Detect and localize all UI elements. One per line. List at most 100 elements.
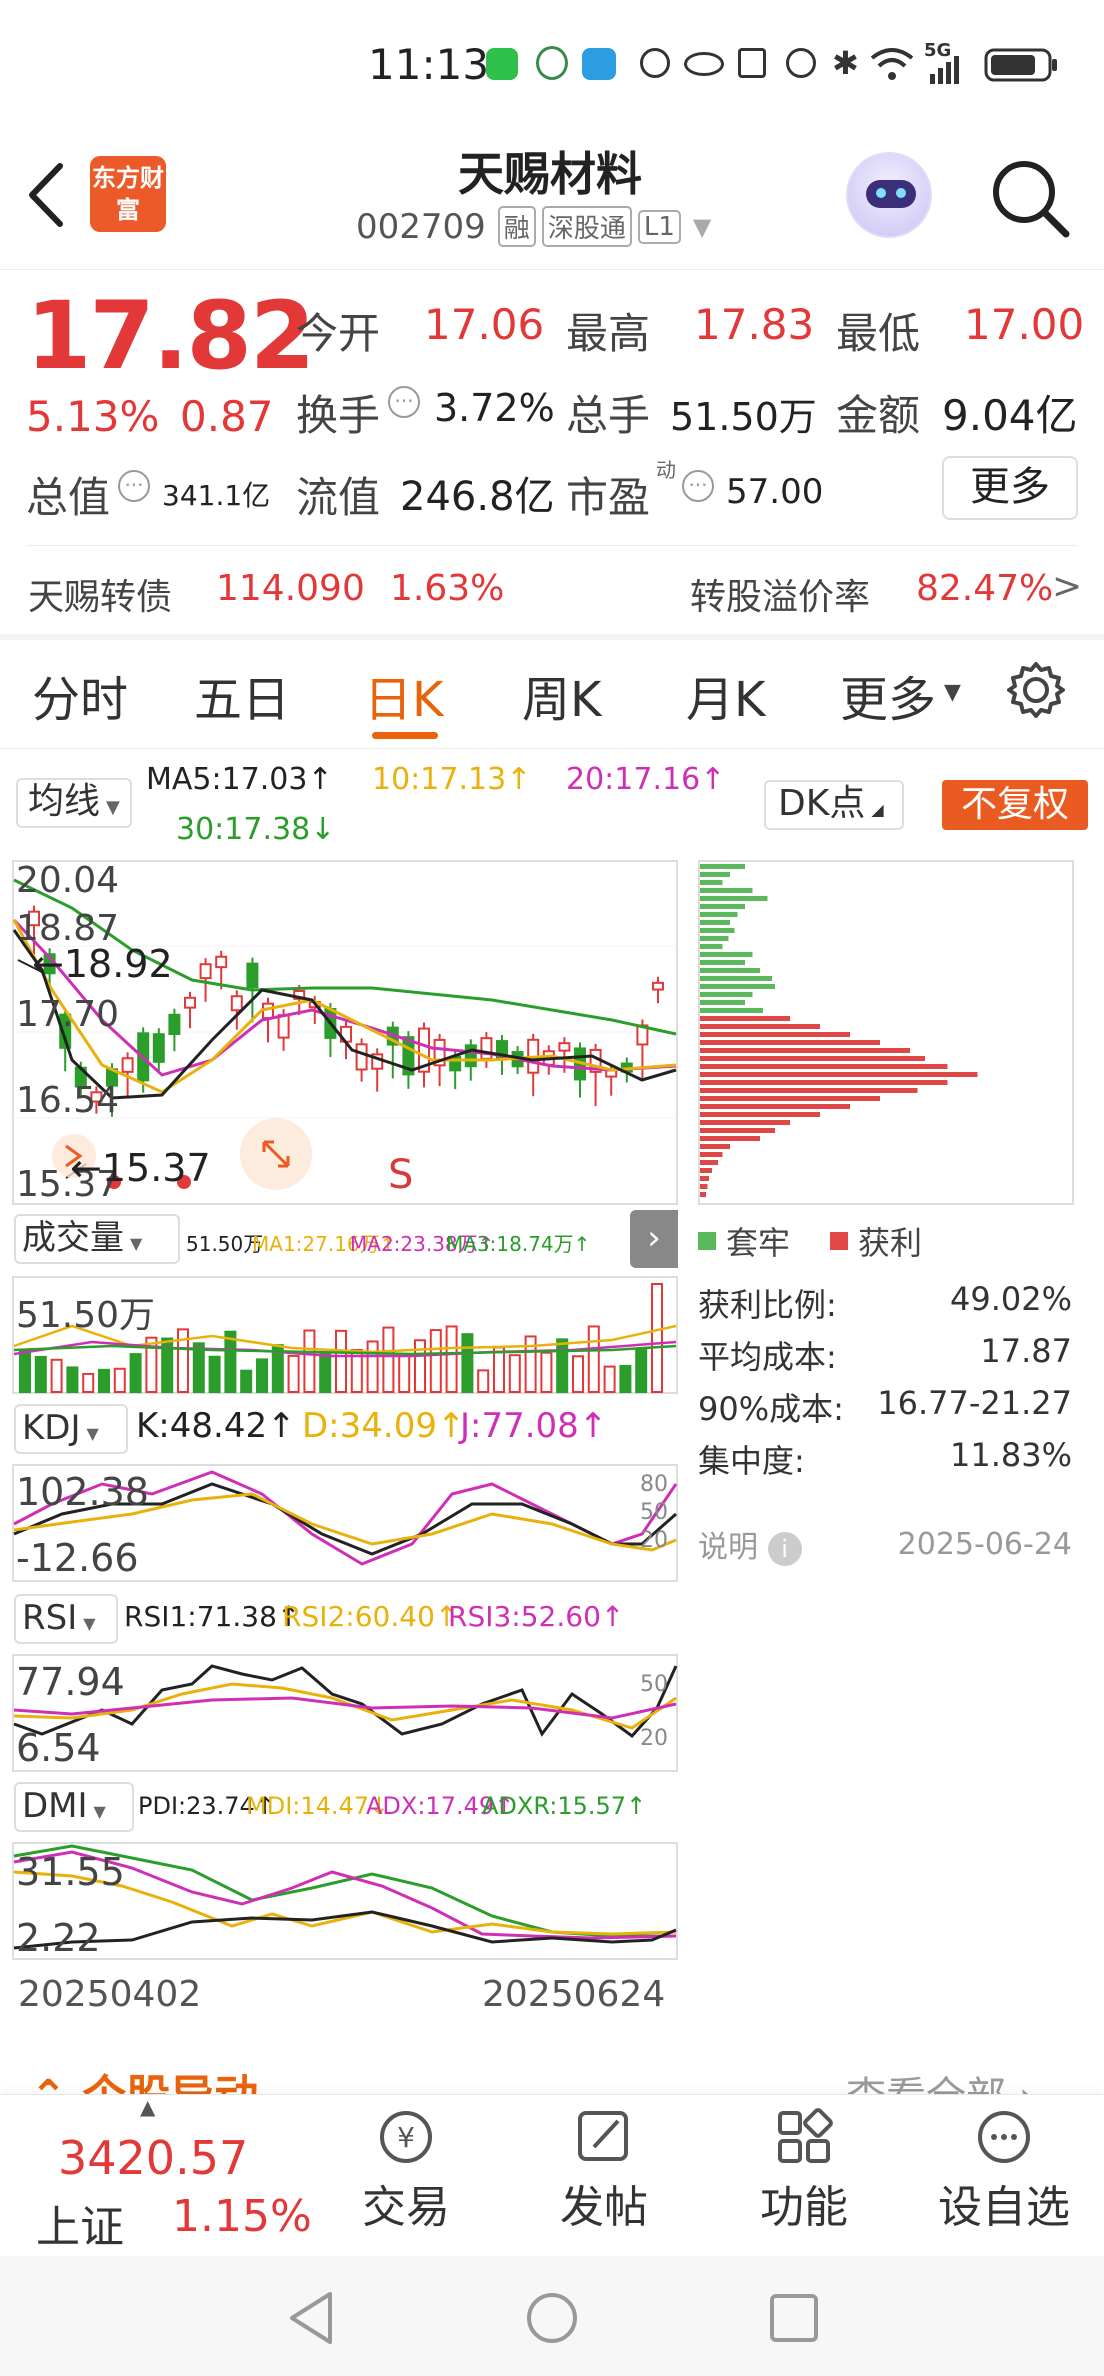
kdj-selector[interactable]: KDJ ▼ <box>14 1404 128 1454</box>
chip-bar <box>700 1112 820 1117</box>
volume-bar <box>572 1355 584 1394</box>
dk-point-label: DK点 <box>778 783 866 824</box>
chip-bar <box>700 1144 730 1149</box>
volume-bar <box>240 1369 253 1394</box>
high-value: 17.83 <box>694 300 815 349</box>
chip-bar <box>700 1080 948 1085</box>
nav-add-watchlist[interactable]: 设自选 <box>924 2107 1084 2235</box>
info-dots-icon[interactable]: ··· <box>682 470 714 502</box>
stat-value: 17.87 <box>980 1332 1072 1370</box>
dnd-icon <box>786 48 816 78</box>
chip-distribution-chart[interactable] <box>698 860 1074 1205</box>
system-nav-bar <box>0 2256 1104 2376</box>
status-bar: 11:13 ✱ 5G <box>0 0 1104 130</box>
dmi-selector[interactable]: DMI ▼ <box>14 1782 134 1832</box>
volume-selector[interactable]: 成交量 ▼ <box>14 1214 180 1264</box>
low-label: 最低 <box>836 309 921 358</box>
index-value[interactable]: 3420.57 <box>58 2131 248 2185</box>
candle-body <box>246 962 259 989</box>
status-time: 11:13 <box>368 40 490 89</box>
sell-signal-marker: S <box>388 1152 414 1198</box>
candle-body <box>199 963 212 980</box>
back-triangle-icon[interactable] <box>286 2290 336 2346</box>
info-icon[interactable]: i <box>767 1532 802 1566</box>
rsi-selector[interactable]: RSI ▼ <box>14 1594 118 1644</box>
tab-weekly-k[interactable]: 周K <box>522 660 601 730</box>
candle-body <box>355 1043 368 1071</box>
ma30-value: 30:17.38↓ <box>176 812 336 847</box>
dk-point-selector[interactable]: DK点 ◢ <box>764 780 904 830</box>
dropdown-icon[interactable]: ▼ <box>693 213 711 241</box>
low-value: 17.00 <box>964 300 1085 349</box>
chevron-right-icon[interactable]: › <box>630 1210 678 1268</box>
chip-bar <box>700 1072 978 1077</box>
volume-bar <box>556 1338 569 1393</box>
chip-note-row[interactable]: 说明 i 2025-06-24 <box>698 1518 1072 1570</box>
chip-bar <box>700 944 723 949</box>
stat-label: 90%成本: <box>698 1390 844 1428</box>
chip-bar <box>700 1128 775 1133</box>
stock-code-row: 002709 融 深股通 L1 ▼ <box>356 206 711 247</box>
volume-bar <box>335 1329 347 1393</box>
volume-bar <box>113 1367 126 1394</box>
tab-daily-k[interactable]: 日K <box>364 660 443 730</box>
chip-bar <box>700 1000 745 1005</box>
nav-add-watchlist-label: 设自选 <box>938 2182 1070 2233</box>
premium-value: 82.47% <box>916 568 1054 609</box>
tab-intraday[interactable]: 分时 <box>32 660 128 730</box>
chip-bar <box>700 880 723 885</box>
rsi-ref-50: 50 <box>640 1672 668 1697</box>
volume-bar <box>303 1329 316 1393</box>
rsi-ref-20: 20 <box>640 1726 668 1751</box>
candle-body <box>215 955 228 969</box>
more-dots-icon <box>978 2111 1030 2163</box>
home-circle-icon[interactable] <box>524 2290 580 2346</box>
ma-selector-label: 均线 <box>28 781 101 822</box>
dmi-adxr: ADXR:15.57↑ <box>482 1792 647 1820</box>
chip-legend: 套牢 获利 <box>698 1218 922 1264</box>
nav-functions[interactable]: 功能 <box>724 2107 884 2235</box>
chip-bar <box>700 1040 880 1045</box>
change-amount: 0.87 <box>180 392 274 441</box>
ma-selector[interactable]: 均线 ▼ <box>16 778 132 828</box>
trapped-swatch <box>698 1232 716 1250</box>
chip-bar <box>700 1064 948 1069</box>
candle-body <box>230 995 243 1012</box>
info-dots-icon[interactable]: ··· <box>118 470 150 502</box>
current-price: 17.82 <box>26 282 315 391</box>
volume-ma3: MA3:18.74万↑ <box>446 1232 591 1256</box>
chip-bar <box>700 1008 763 1013</box>
nav-post[interactable]: 发帖 <box>524 2107 684 2235</box>
volume-bar <box>319 1352 332 1393</box>
tab-five-day[interactable]: 五日 <box>194 660 290 730</box>
index-percent: 1.15% <box>172 2191 312 2242</box>
stat-label: 平均成本: <box>698 1338 837 1376</box>
candle-body <box>558 1042 571 1052</box>
wechat-icon <box>486 48 518 80</box>
settings-gear-icon[interactable] <box>1006 660 1066 720</box>
chip-bar <box>700 1192 706 1197</box>
back-arrow-icon[interactable] <box>24 160 68 230</box>
float-value: 246.8亿 <box>400 474 555 520</box>
tag-margin: 融 <box>497 206 536 247</box>
rsi-axis-bottom: 6.54 <box>16 1726 101 1770</box>
dmi-axis-bottom: 2.22 <box>16 1916 101 1960</box>
volume-bar <box>256 1358 268 1393</box>
tab-monthly-k[interactable]: 月K <box>686 660 765 730</box>
nav-trade[interactable]: ¥ 交易 <box>326 2107 486 2235</box>
volume-bar <box>508 1354 521 1394</box>
convertible-bond-row[interactable]: 天赐转债 114.090 1.63% 转股溢价率 82.47% > <box>0 548 1104 634</box>
recents-square-icon[interactable] <box>768 2292 820 2344</box>
kdj-ref-80: 80 <box>640 1472 668 1497</box>
eye-icon <box>684 52 724 76</box>
candle-body <box>480 1037 493 1060</box>
adjust-mode-button[interactable]: 不复权 <box>942 780 1088 830</box>
info-dots-icon[interactable]: ··· <box>388 386 420 418</box>
volume-bar <box>651 1283 663 1393</box>
bond-price: 114.090 <box>216 568 365 609</box>
volume-bar <box>208 1355 221 1393</box>
search-icon[interactable] <box>986 154 1076 244</box>
more-button[interactable]: 更多 <box>942 456 1078 520</box>
tab-more[interactable]: 更多 <box>840 660 936 730</box>
assistant-avatar[interactable] <box>846 152 932 238</box>
